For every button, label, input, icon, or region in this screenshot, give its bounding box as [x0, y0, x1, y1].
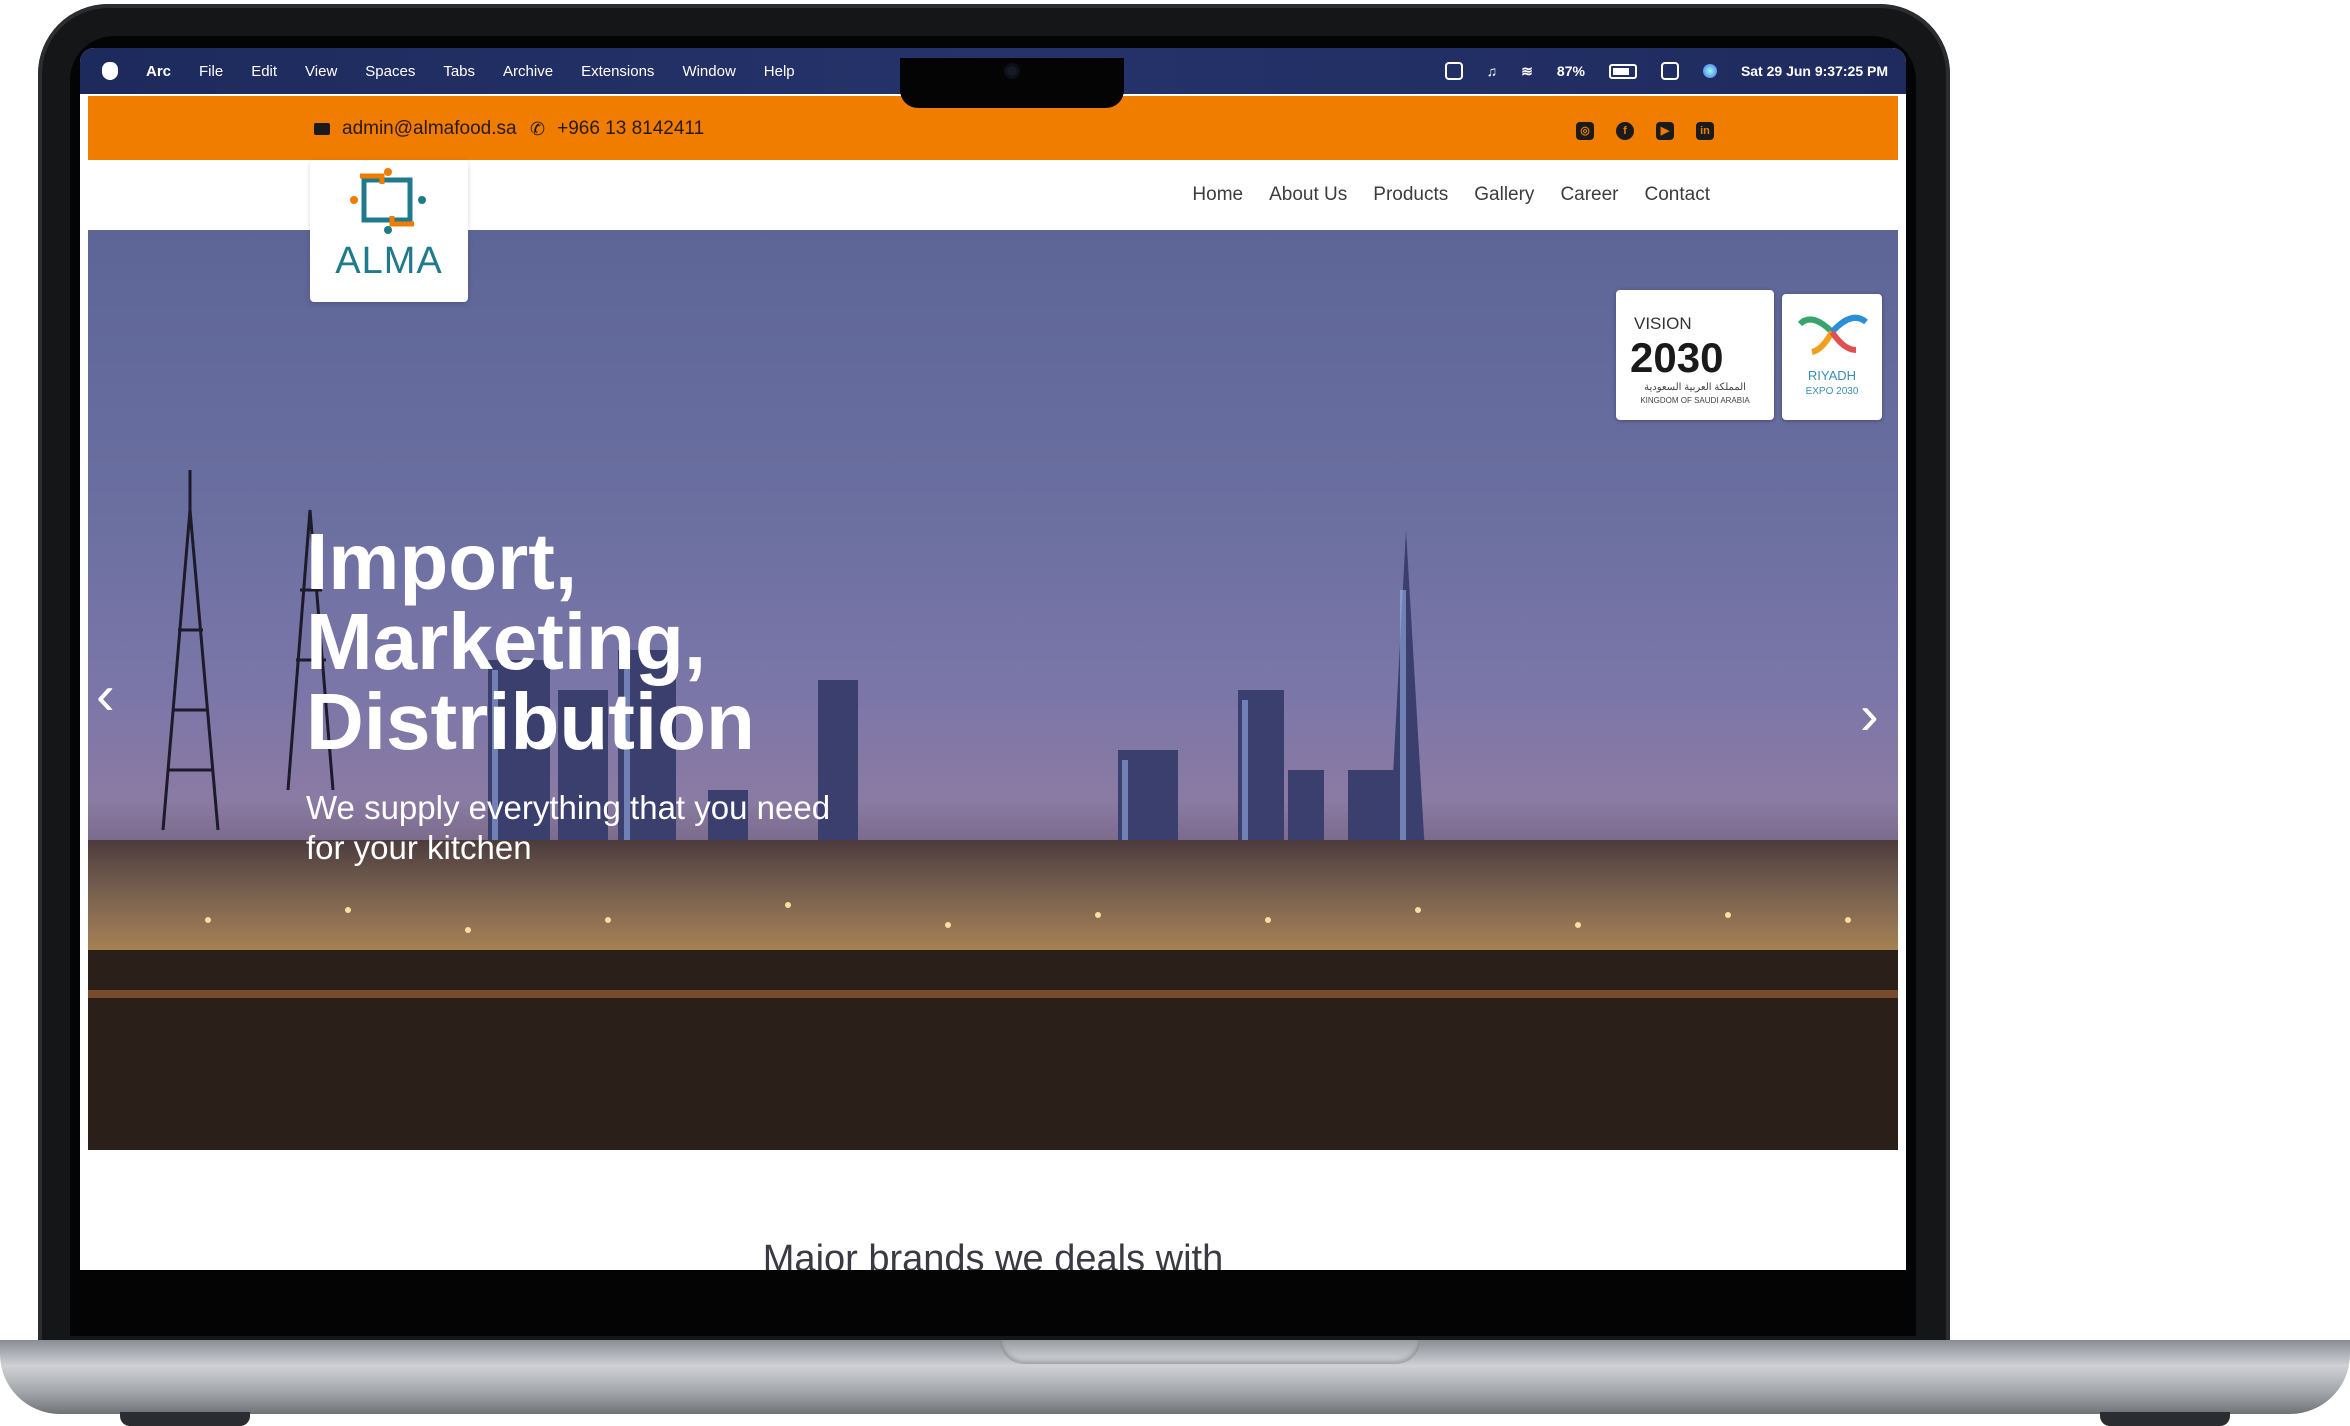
menu-help[interactable]: Help — [764, 63, 795, 80]
phone-icon: ✆ — [530, 118, 546, 139]
vision-arabic: المملكة العربية السعودية — [1644, 382, 1746, 393]
vision-number: 2030 — [1630, 334, 1724, 381]
nav-career[interactable]: Career — [1560, 184, 1618, 206]
hero-subtitle: We supply everything that you need for y… — [306, 789, 831, 866]
layers-icon[interactable] — [1444, 62, 1463, 80]
menu-edit[interactable]: Edit — [251, 63, 277, 80]
linkedin-icon[interactable]: in — [1696, 122, 1714, 140]
menu-window[interactable]: Window — [682, 63, 735, 80]
youtube-icon[interactable]: ▶ — [1656, 122, 1674, 140]
laptop-foot-left — [120, 1412, 250, 1426]
vision-country: KINGDOM OF SAUDI ARABIA — [1640, 396, 1750, 405]
hero-title: Import, Marketing, Distribution — [306, 517, 755, 766]
hero-slider: Import, Marketing, Distribution We suppl… — [88, 230, 1898, 1150]
email-item[interactable]: admin@almafood.sa — [314, 118, 517, 140]
slider-next-icon[interactable]: › — [1860, 682, 1879, 747]
screen: Arc File Edit View Spaces Tabs Archive E… — [80, 48, 1906, 1270]
siri-icon[interactable] — [1702, 64, 1717, 78]
social-links: ◎ f ▶ in — [1576, 122, 1714, 140]
vision-2030-badge[interactable]: VISION 2030 المملكة العربية السعودية KIN… — [1616, 290, 1774, 420]
nav-products[interactable]: Products — [1373, 184, 1448, 206]
logo-text: ALMA — [335, 240, 443, 282]
logo-mark-icon — [350, 168, 426, 234]
menu-archive[interactable]: Archive — [503, 63, 553, 80]
headphones-icon[interactable]: ♫ — [1487, 63, 1498, 79]
menu-file[interactable]: File — [199, 63, 223, 80]
apple-icon[interactable] — [102, 62, 118, 80]
control-center-icon[interactable] — [1660, 62, 1679, 80]
menu-app-name[interactable]: Arc — [146, 63, 171, 80]
nav-contact[interactable]: Contact — [1645, 184, 1710, 206]
expo-name: RIYADH — [1807, 368, 1857, 383]
trackpad-notch — [1000, 1340, 1420, 1364]
site-logo[interactable]: ALMA — [310, 160, 468, 302]
email-text[interactable]: admin@almafood.sa — [342, 118, 517, 140]
palm-logo-icon — [1797, 314, 1868, 355]
expo-year: EXPO 2030 — [1805, 386, 1859, 397]
battery-percent: 87% — [1556, 63, 1585, 79]
menu-view[interactable]: View — [305, 63, 337, 80]
facebook-icon[interactable]: f — [1616, 122, 1634, 140]
camera-icon — [1004, 63, 1020, 79]
menu-spaces[interactable]: Spaces — [365, 63, 415, 80]
nav-gallery[interactable]: Gallery — [1474, 184, 1534, 206]
phone-text[interactable]: +966 13 8142411 — [557, 118, 704, 140]
laptop-frame: Arc File Edit View Spaces Tabs Archive E… — [0, 0, 2350, 1426]
laptop-foot-right — [2100, 1412, 2230, 1426]
battery-icon[interactable] — [1608, 63, 1637, 79]
nav-home[interactable]: Home — [1192, 184, 1243, 206]
instagram-icon[interactable]: ◎ — [1576, 122, 1594, 140]
slider-prev-icon[interactable]: ‹ — [96, 662, 115, 727]
vision-label: VISION — [1634, 314, 1692, 333]
menu-tabs[interactable]: Tabs — [443, 63, 475, 80]
wifi-icon[interactable]: ≋ — [1521, 63, 1533, 80]
clock[interactable]: Sat 29 Jun 9:37:25 PM — [1741, 63, 1888, 79]
nav-about-us[interactable]: About Us — [1269, 184, 1347, 206]
menu-extensions[interactable]: Extensions — [581, 63, 654, 80]
mail-icon — [314, 123, 330, 135]
riyadh-expo-badge[interactable]: RIYADH EXPO 2030 — [1782, 294, 1882, 420]
phone-item[interactable]: ✆ +966 13 8142411 — [530, 118, 704, 140]
brands-section-heading: Major brands we deals with — [762, 1238, 1224, 1270]
